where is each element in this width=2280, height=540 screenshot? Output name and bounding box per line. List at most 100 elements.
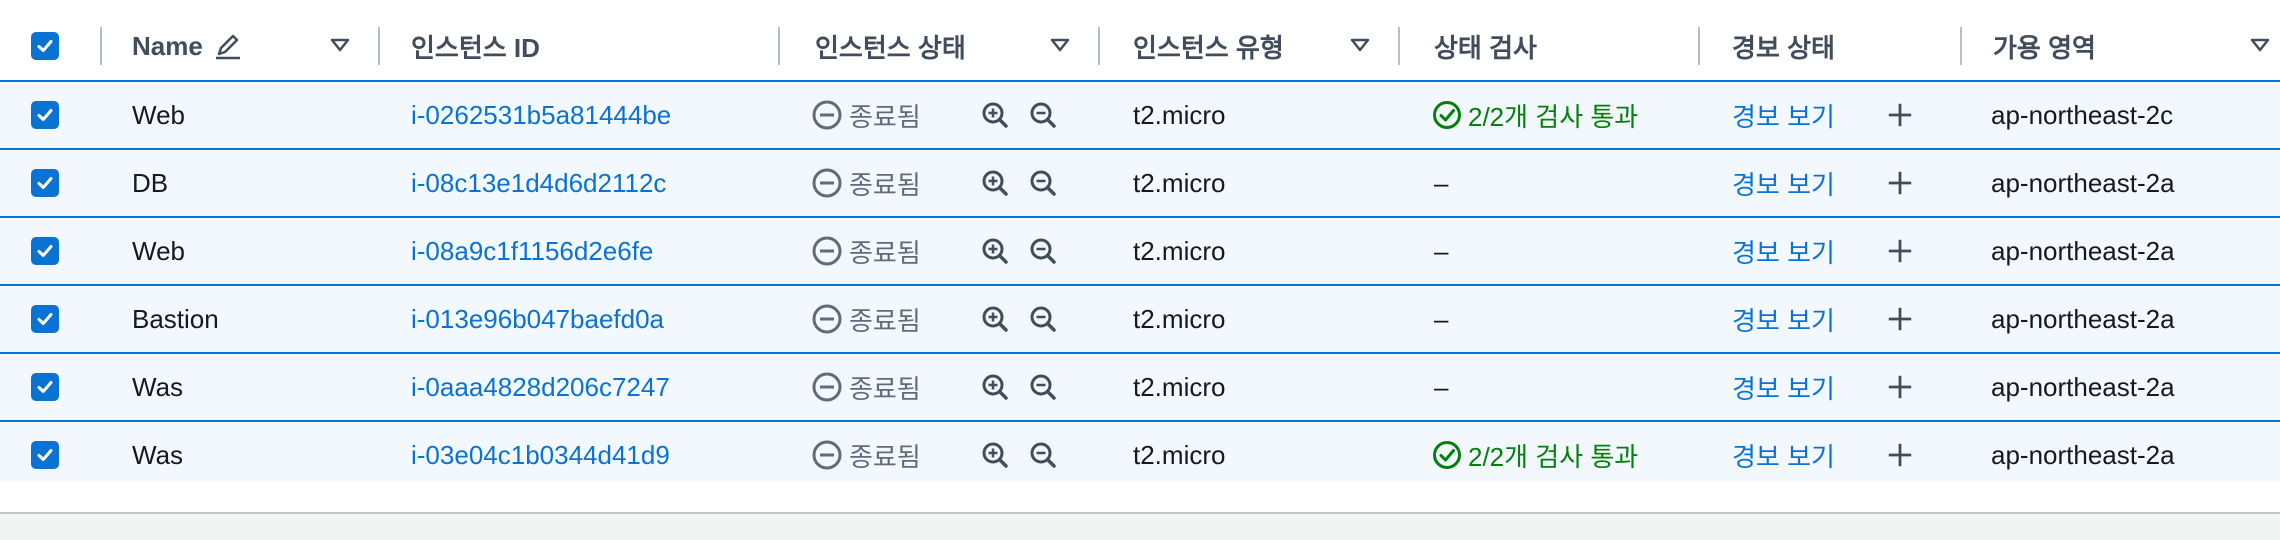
column-separator bbox=[378, 27, 380, 65]
table-header: Name 인스턴스 ID 인스턴스 상태 인스턴스 유형 상태 검사 경보 상태… bbox=[0, 12, 2280, 82]
zoom-in-icon[interactable] bbox=[981, 237, 1009, 265]
zoom-out-icon[interactable] bbox=[1029, 169, 1057, 197]
zoom-out-icon[interactable] bbox=[1029, 237, 1057, 265]
table-body: Web i-0262531b5a81444be 종료됨 t2.micro 2/2… bbox=[0, 82, 2280, 490]
column-header-instance-id[interactable]: 인스턴스 ID bbox=[411, 12, 540, 80]
availability-zone: ap-northeast-2a bbox=[1991, 439, 2175, 470]
instance-id-link[interactable]: i-013e96b047baefd0a bbox=[411, 286, 664, 352]
row-checkbox[interactable] bbox=[31, 150, 59, 216]
column-header-status-check-label: 상태 검사 bbox=[1434, 32, 1537, 63]
instance-id-link[interactable]: i-0262531b5a81444be bbox=[411, 82, 671, 148]
row-checkbox[interactable] bbox=[31, 218, 59, 284]
zoom-in-icon[interactable] bbox=[981, 305, 1009, 333]
zoom-out-icon[interactable] bbox=[1029, 305, 1057, 333]
availability-zone: ap-northeast-2a bbox=[1991, 235, 2175, 266]
status-check: – bbox=[1434, 167, 1449, 198]
caret-down-icon[interactable] bbox=[1349, 34, 1371, 56]
row-checkbox[interactable] bbox=[31, 286, 59, 352]
availability-zone: ap-northeast-2a bbox=[1991, 167, 2175, 198]
column-separator bbox=[1698, 27, 1700, 65]
zoom-out-icon[interactable] bbox=[1029, 441, 1057, 469]
bottom-panel-divider bbox=[0, 512, 2280, 540]
row-checkbox[interactable] bbox=[31, 82, 59, 148]
table-row[interactable]: Was i-03e04c1b0344d41d9 종료됨 t2.micro 2/2… bbox=[0, 422, 2280, 490]
column-header-instance-type[interactable]: 인스턴스 유형 bbox=[1133, 12, 1284, 80]
availability-zone: ap-northeast-2a bbox=[1991, 303, 2175, 334]
row-checkbox[interactable] bbox=[31, 422, 59, 488]
zoom-in-icon[interactable] bbox=[981, 101, 1009, 129]
status-check: – bbox=[1434, 303, 1449, 334]
view-alarms-link[interactable]: 경보 보기 bbox=[1732, 286, 1835, 352]
checkbox-checked-icon[interactable] bbox=[31, 101, 59, 129]
plus-icon[interactable] bbox=[1886, 101, 1914, 129]
plus-icon[interactable] bbox=[1886, 441, 1914, 469]
column-header-status-check[interactable]: 상태 검사 bbox=[1434, 12, 1537, 80]
zoom-in-icon[interactable] bbox=[981, 373, 1009, 401]
instance-name: Was bbox=[132, 371, 184, 402]
zoom-out-icon[interactable] bbox=[1029, 373, 1057, 401]
column-header-alarm-status-label: 경보 상태 bbox=[1732, 32, 1835, 63]
column-header-availability-zone[interactable]: 가용 영역 bbox=[1993, 12, 2096, 80]
minus-circle-icon bbox=[811, 371, 843, 403]
instance-id-link[interactable]: i-08a9c1f1156d2e6fe bbox=[411, 218, 653, 284]
column-header-alarm-status[interactable]: 경보 상태 bbox=[1732, 12, 1835, 80]
instance-type: t2.micro bbox=[1133, 303, 1226, 334]
view-alarms-link[interactable]: 경보 보기 bbox=[1732, 150, 1835, 216]
column-header-instance-state-label: 인스턴스 상태 bbox=[815, 32, 966, 63]
check-circle-icon bbox=[1432, 100, 1462, 130]
plus-icon[interactable] bbox=[1886, 373, 1914, 401]
row-checkbox[interactable] bbox=[31, 354, 59, 420]
checkbox-checked-icon[interactable] bbox=[31, 373, 59, 401]
status-check-label: 2/2개 검사 통과 bbox=[1468, 441, 1639, 472]
status-check-label: 2/2개 검사 통과 bbox=[1468, 101, 1639, 132]
plus-icon[interactable] bbox=[1886, 237, 1914, 265]
instance-state: 종료됨 bbox=[811, 150, 921, 216]
zoom-in-icon[interactable] bbox=[981, 441, 1009, 469]
checkbox-checked-icon[interactable] bbox=[31, 441, 59, 469]
instance-type: t2.micro bbox=[1133, 439, 1226, 470]
instance-id-link[interactable]: i-08c13e1d4d6d2112c bbox=[411, 150, 666, 216]
instance-state-label: 종료됨 bbox=[849, 373, 921, 404]
column-header-instance-state[interactable]: 인스턴스 상태 bbox=[815, 12, 966, 80]
instance-state: 종료됨 bbox=[811, 82, 921, 148]
table-row[interactable]: DB i-08c13e1d4d6d2112c 종료됨 t2.micro – 경보… bbox=[0, 150, 2280, 218]
zoom-out-icon[interactable] bbox=[1029, 101, 1057, 129]
instance-state-label: 종료됨 bbox=[849, 101, 921, 132]
plus-icon[interactable] bbox=[1886, 305, 1914, 333]
caret-down-icon[interactable] bbox=[329, 34, 351, 56]
column-separator bbox=[100, 27, 102, 65]
instance-state: 종료됨 bbox=[811, 422, 921, 488]
column-separator bbox=[1098, 27, 1100, 65]
checkbox-checked-icon[interactable] bbox=[31, 32, 59, 60]
column-separator bbox=[1960, 27, 1962, 65]
instances-table: Name 인스턴스 ID 인스턴스 상태 인스턴스 유형 상태 검사 경보 상태… bbox=[0, 12, 2280, 490]
caret-down-icon[interactable] bbox=[1049, 34, 1071, 56]
checkbox-checked-icon[interactable] bbox=[31, 169, 59, 197]
view-alarms-link[interactable]: 경보 보기 bbox=[1732, 218, 1835, 284]
minus-circle-icon bbox=[811, 167, 843, 199]
select-all-checkbox[interactable] bbox=[31, 12, 59, 80]
view-alarms-link[interactable]: 경보 보기 bbox=[1732, 422, 1835, 488]
minus-circle-icon bbox=[811, 439, 843, 471]
plus-icon[interactable] bbox=[1886, 169, 1914, 197]
table-row[interactable]: Web i-08a9c1f1156d2e6fe 종료됨 t2.micro – 경… bbox=[0, 218, 2280, 286]
view-alarms-link[interactable]: 경보 보기 bbox=[1732, 82, 1835, 148]
column-header-name[interactable]: Name bbox=[132, 12, 243, 80]
instance-state: 종료됨 bbox=[811, 286, 921, 352]
status-check: – bbox=[1434, 235, 1449, 266]
checkbox-checked-icon[interactable] bbox=[31, 237, 59, 265]
check-circle-icon bbox=[1432, 440, 1462, 470]
zoom-in-icon[interactable] bbox=[981, 169, 1009, 197]
table-row[interactable]: Bastion i-013e96b047baefd0a 종료됨 t2.micro… bbox=[0, 286, 2280, 354]
table-row[interactable]: Web i-0262531b5a81444be 종료됨 t2.micro 2/2… bbox=[0, 82, 2280, 150]
instance-state-label: 종료됨 bbox=[849, 441, 921, 472]
instance-id-link[interactable]: i-03e04c1b0344d41d9 bbox=[411, 422, 670, 488]
view-alarms-link[interactable]: 경보 보기 bbox=[1732, 354, 1835, 420]
table-row[interactable]: Was i-0aaa4828d206c7247 종료됨 t2.micro – 경… bbox=[0, 354, 2280, 422]
instance-id-link[interactable]: i-0aaa4828d206c7247 bbox=[411, 354, 670, 420]
caret-down-icon[interactable] bbox=[2249, 34, 2271, 56]
instance-state-label: 종료됨 bbox=[849, 305, 921, 336]
instance-type: t2.micro bbox=[1133, 235, 1226, 266]
availability-zone: ap-northeast-2a bbox=[1991, 371, 2175, 402]
checkbox-checked-icon[interactable] bbox=[31, 305, 59, 333]
